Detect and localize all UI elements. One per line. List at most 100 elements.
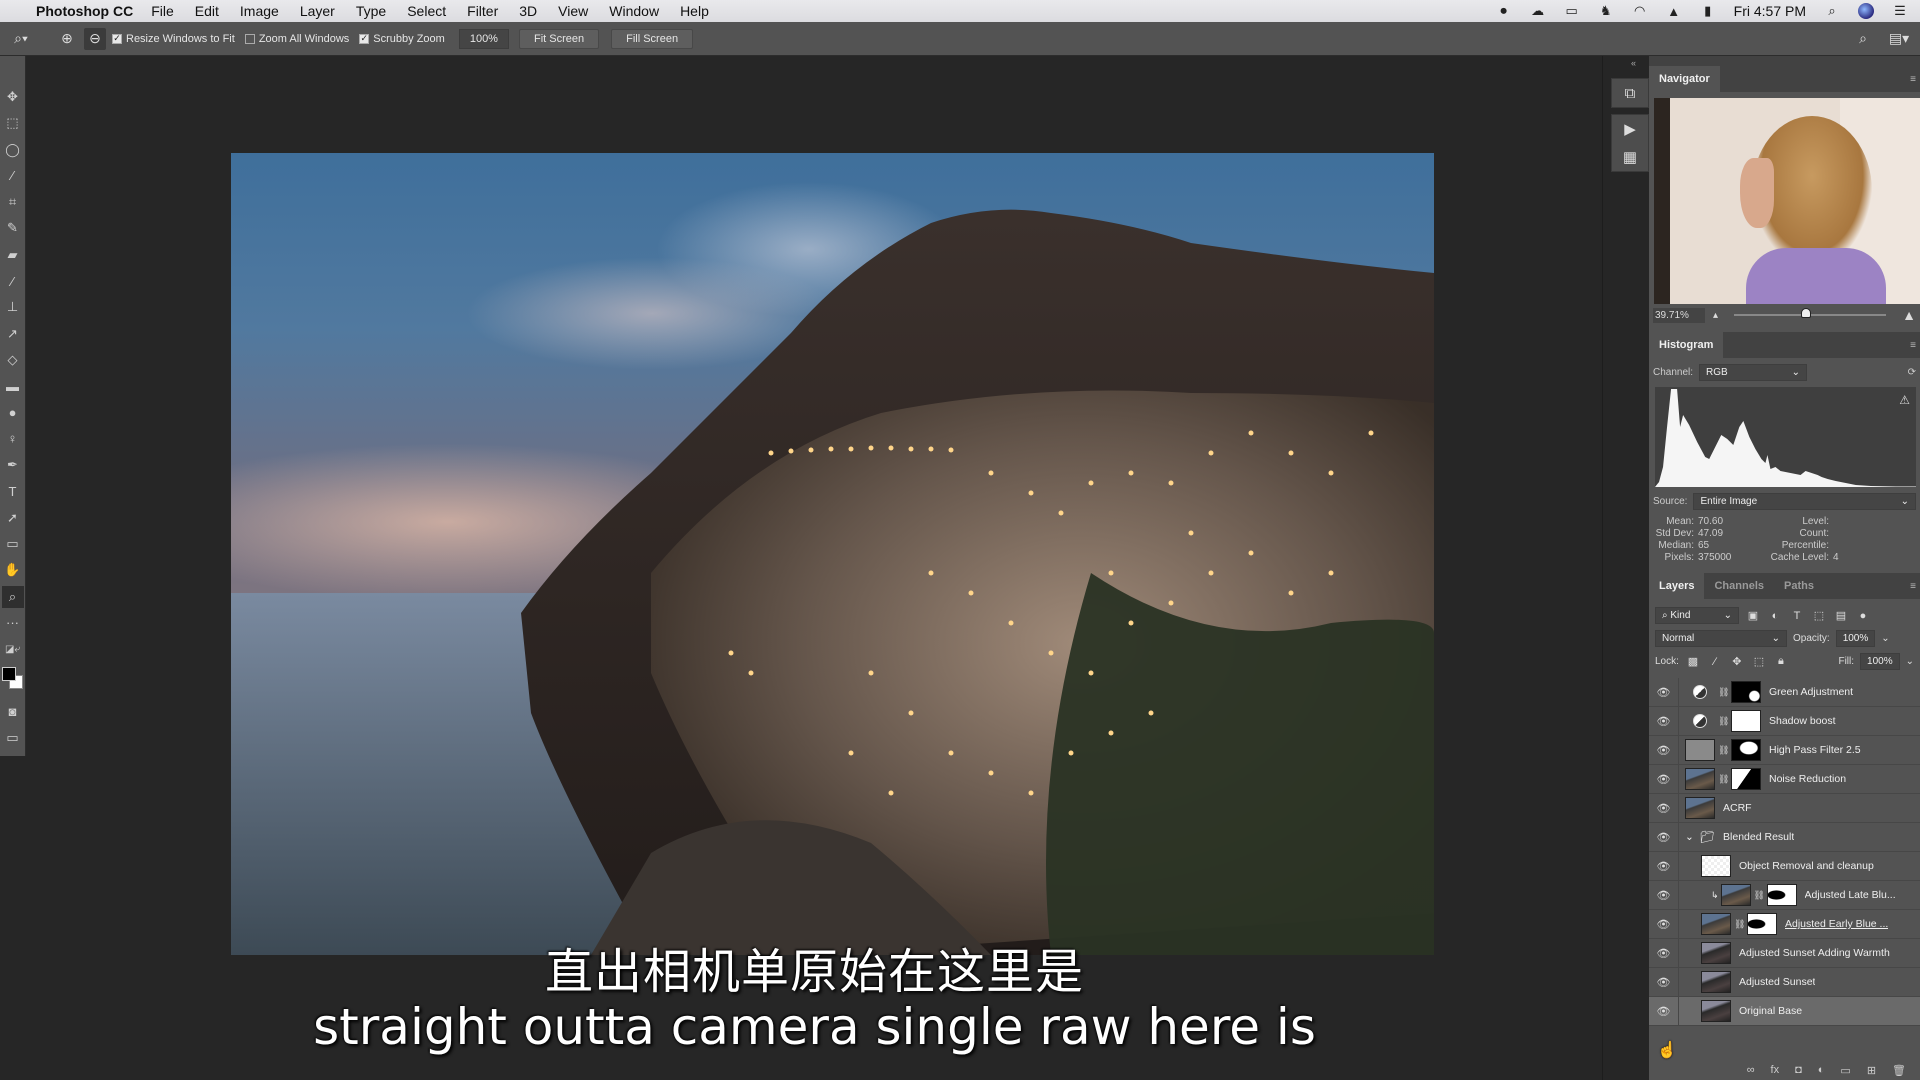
navigator-zoom-slider[interactable] (1734, 308, 1887, 318)
history-brush-tool-icon[interactable]: ↗ (2, 323, 24, 345)
menu-select[interactable]: Select (407, 3, 446, 19)
layer-name[interactable]: Adjusted Sunset (1739, 976, 1815, 988)
eyedropper-tool-icon[interactable]: ✎ (2, 217, 24, 239)
layer-row[interactable]: 👁︎ ACRF (1649, 794, 1920, 823)
visibility-eye-icon[interactable]: 👁︎ (1649, 794, 1679, 822)
foreground-color-swatch[interactable] (1, 666, 16, 681)
visibility-eye-icon[interactable]: 👁︎ (1649, 765, 1679, 793)
clone-stamp-tool-icon[interactable]: ⊥ (2, 296, 24, 318)
menu-filter[interactable]: Filter (467, 3, 498, 19)
fill-screen-button[interactable]: Fill Screen (611, 28, 694, 49)
spotlight-icon[interactable]: ⌕ (1824, 3, 1840, 18)
refresh-icon[interactable]: ⟳ (1908, 367, 1916, 378)
lock-artboard-icon[interactable]: ⬚ (1751, 655, 1767, 668)
zoom-tool-preset-icon[interactable]: ⌕▾ (10, 28, 32, 50)
path-selection-tool-icon[interactable]: ➚ (2, 507, 24, 529)
layer-row[interactable]: 👁︎ ⛓︎ Adjusted Early Blue ... (1649, 910, 1920, 939)
layer-name[interactable]: ACRF (1723, 802, 1752, 814)
lock-all-icon[interactable]: 🔒︎ (1773, 655, 1789, 668)
properties-icon[interactable]: ▦ (1615, 143, 1645, 171)
new-group-icon[interactable]: ▭ (1840, 1064, 1850, 1077)
visibility-eye-icon[interactable]: 👁︎ (1649, 881, 1679, 909)
layer-mask-thumbnail[interactable] (1731, 739, 1761, 761)
mask-link-icon[interactable]: ⛓︎ (1718, 687, 1729, 698)
panel-menu-icon[interactable]: ≡ (1910, 74, 1916, 85)
filter-kind-select[interactable]: ⌕ Kind ⌄ (1655, 607, 1739, 624)
zoom-out-mountain-icon[interactable]: ▴ (1713, 310, 1718, 321)
crop-tool-icon[interactable]: ⌗ (2, 191, 24, 213)
layer-mask-thumbnail[interactable] (1731, 710, 1761, 732)
healing-brush-tool-icon[interactable]: ▰ (2, 244, 24, 266)
history-panel-icon[interactable]: ⧉ (1615, 79, 1645, 107)
layer-name[interactable]: High Pass Filter 2.5 (1769, 744, 1861, 756)
tab-channels[interactable]: Channels (1704, 573, 1774, 599)
visibility-eye-icon[interactable]: 👁︎ (1649, 939, 1679, 967)
pen-tool-icon[interactable]: ✒ (2, 454, 24, 476)
resize-windows-checkbox[interactable]: ✓ Resize Windows to Fit (112, 33, 235, 45)
rectangle-tool-icon[interactable]: ▭ (2, 533, 24, 555)
layer-name[interactable]: Adjusted Late Blu... (1805, 889, 1896, 901)
menu-layer[interactable]: Layer (300, 3, 335, 19)
screen-mode-icon[interactable]: ▭ (2, 727, 24, 749)
layer-name[interactable]: Green Adjustment (1769, 686, 1853, 698)
marquee-tool-icon[interactable]: ⬚ (2, 112, 24, 134)
zoom-in-icon[interactable]: ⊕ (56, 28, 78, 50)
menu-image[interactable]: Image (240, 3, 279, 19)
new-layer-icon[interactable]: ⊞ (1867, 1064, 1876, 1077)
app-menu[interactable]: Photoshop CC (36, 3, 133, 19)
lock-image-icon[interactable]: ∕ (1707, 656, 1723, 668)
zoom-in-mountain-icon[interactable]: ▲ (1902, 307, 1916, 323)
gradient-tool-icon[interactable]: ▬ (2, 375, 24, 397)
layer-name[interactable]: Adjusted Sunset Adding Warmth (1739, 947, 1890, 959)
layer-name[interactable]: Adjusted Early Blue ... (1785, 918, 1888, 930)
scrubby-zoom-checkbox[interactable]: ✓ Scrubby Zoom (359, 33, 445, 45)
panel-menu-icon[interactable]: ≡ (1910, 581, 1916, 592)
mask-link-icon[interactable]: ⛓︎ (1754, 890, 1765, 901)
hand-tool-icon[interactable]: ✋ (2, 559, 24, 581)
search-icon[interactable]: ⌕ (1852, 28, 1874, 50)
opacity-field[interactable]: 100% (1835, 630, 1876, 647)
visibility-eye-icon[interactable]: 👁︎ (1649, 852, 1679, 880)
menu-view[interactable]: View (558, 3, 588, 19)
evernote-icon[interactable]: ♞ (1598, 3, 1614, 18)
layer-mask-thumbnail[interactable] (1747, 913, 1777, 935)
display-icon[interactable]: ▭ (1564, 3, 1580, 18)
lasso-tool-icon[interactable]: ◯ (2, 139, 24, 161)
cache-warning-icon[interactable]: ⚠ (1899, 393, 1910, 407)
airplay-icon[interactable]: ▲ (1666, 4, 1682, 19)
visibility-eye-icon[interactable]: 👁︎ (1649, 997, 1679, 1025)
layer-name[interactable]: Object Removal and cleanup (1739, 860, 1874, 872)
layer-row[interactable]: 👁︎ ⛓︎ Noise Reduction (1649, 765, 1920, 794)
layer-mask-thumbnail[interactable] (1766, 884, 1797, 906)
creative-cloud-icon[interactable]: ☁ (1530, 3, 1546, 18)
color-swatches[interactable] (1, 666, 24, 693)
visibility-eye-icon[interactable]: 👁︎ (1649, 736, 1679, 764)
layer-row[interactable]: 👁︎ ⛓︎ Shadow boost (1649, 707, 1920, 736)
layer-list[interactable]: 👁︎ ⛓︎ Green Adjustment 👁︎ ⛓︎ Shadow boost 👁︎ ⛓︎… (1649, 678, 1920, 1026)
zoom-all-windows-checkbox[interactable]: Zoom All Windows (244, 33, 349, 45)
brush-tool-icon[interactable]: ∕ (2, 270, 24, 292)
layer-row[interactable]: 👁︎ Adjusted Sunset Adding Warmth (1649, 939, 1920, 968)
lock-position-icon[interactable]: ✥ (1729, 655, 1745, 668)
visibility-eye-icon[interactable]: 👁︎ (1649, 707, 1679, 735)
layer-name[interactable]: Blended Result (1723, 831, 1794, 843)
layer-row[interactable]: 👁︎ Original Base (1649, 997, 1920, 1026)
layer-row[interactable]: 👁︎ Object Removal and cleanup (1649, 852, 1920, 881)
visibility-eye-icon[interactable]: 👁︎ (1649, 968, 1679, 996)
layer-row[interactable]: 👁︎ ⌄ 📁︎ Blended Result (1649, 823, 1920, 852)
layer-style-icon[interactable]: fx (1771, 1064, 1780, 1076)
delete-layer-icon[interactable]: 🗑︎ (1892, 1064, 1906, 1077)
document-canvas[interactable] (27, 56, 1602, 1080)
layer-row[interactable]: 👁︎ ↳ ⛓︎ Adjusted Late Blu... (1649, 881, 1920, 910)
add-mask-icon[interactable]: ◘ (1795, 1064, 1802, 1076)
fit-screen-button[interactable]: Fit Screen (518, 28, 600, 49)
notification-center-icon[interactable]: ☰ (1892, 3, 1908, 18)
filter-smart-object-icon[interactable]: ▤ (1833, 609, 1849, 622)
panel-menu-icon[interactable]: ≡ (1910, 340, 1916, 351)
move-tool-icon[interactable]: ✥ (2, 86, 24, 108)
more-tools-icon[interactable]: ··· (2, 612, 24, 634)
mask-link-icon[interactable]: ⛓︎ (1734, 919, 1745, 930)
zoom-percentage-field[interactable]: 100% (458, 28, 509, 49)
swap-colors-icon[interactable]: ◪⤶ (2, 638, 24, 660)
layer-name[interactable]: Noise Reduction (1769, 773, 1846, 785)
